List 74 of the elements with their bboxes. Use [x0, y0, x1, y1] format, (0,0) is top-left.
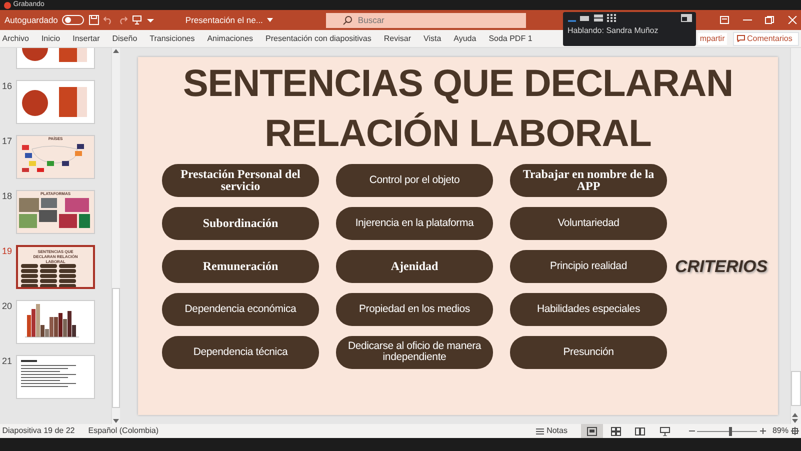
scrollbar-thumb[interactable] — [791, 371, 801, 406]
ribbon-tab[interactable]: Animaciones — [207, 32, 254, 44]
ribbon-tab[interactable]: Transiciones — [150, 32, 195, 44]
criterion-pill: Presunción — [510, 336, 667, 369]
normal-view-icon — [586, 426, 597, 436]
slide-title: SENTENCIAS QUE DECLARAN — [182, 62, 734, 108]
criterion-pill: Dependencia económica — [162, 292, 319, 326]
notes-button[interactable]: Notas — [536, 425, 568, 437]
criterion-pill: Remuneración — [162, 250, 319, 283]
criterion-pill: Propiedad en los medios — [336, 292, 493, 326]
caret-icon[interactable] — [146, 18, 154, 22]
ribbon-display-icon[interactable] — [720, 16, 729, 24]
criterion-pill: Prestación Personal del servicio — [162, 164, 319, 197]
scrollbar-thumb[interactable] — [112, 288, 120, 408]
criterion-pill: Subordinación — [162, 206, 319, 240]
comment-icon — [736, 35, 745, 42]
criterion-pill: Control por el objeto — [336, 164, 493, 197]
slide-counter: Diapositiva 19 de 22 — [2, 425, 75, 437]
criterion-pill: Dependencia técnica — [162, 336, 319, 369]
slide-sorter-icon — [611, 426, 622, 436]
ribbon-tab[interactable]: Ayuda — [454, 32, 476, 44]
criterion-pill: Injerencia en la plataforma — [336, 206, 493, 240]
search-icon — [342, 16, 352, 24]
slide-number: 19 — [0, 245, 13, 258]
caret-icon[interactable] — [267, 18, 274, 22]
undo-icon[interactable] — [103, 15, 114, 25]
comments-button[interactable]: Comentarios — [732, 32, 799, 46]
criterion-pill: Principio realidad — [510, 250, 667, 283]
ribbon-tab[interactable]: Inicio — [41, 32, 60, 44]
grid-view-icon[interactable] — [607, 14, 616, 22]
language-indicator[interactable]: Español (Colombia) — [88, 425, 159, 437]
call-status-text: Hablando: Sandra Muñoz — [568, 24, 660, 36]
slide-number: 20 — [0, 300, 13, 313]
ribbon-tab[interactable]: Archivo — [2, 32, 29, 44]
split-view-icon[interactable] — [594, 14, 602, 22]
slide-number: 16 — [0, 80, 13, 93]
zoom-percent[interactable]: 89% — [772, 425, 788, 437]
slide-number: 18 — [0, 190, 13, 203]
slide-title: RELACIÓN LABORAL — [264, 111, 652, 158]
zoom-in-icon[interactable] — [760, 428, 766, 434]
ribbon-tab[interactable]: Revisar — [384, 32, 411, 44]
search-field[interactable]: Buscar — [326, 12, 526, 28]
slideshow-icon — [660, 426, 670, 436]
share-button[interactable]: mpartir — [698, 32, 727, 44]
fit-slide-icon[interactable] — [790, 427, 799, 435]
ribbon-tab[interactable]: Soda PDF 1 — [488, 32, 532, 44]
close-icon[interactable] — [788, 16, 796, 24]
notes-icon — [536, 428, 544, 434]
pop-out-icon[interactable] — [680, 14, 692, 22]
slide-number: 21 — [0, 355, 13, 368]
side-label: CRITERIOS — [675, 256, 768, 278]
zoom-out-icon[interactable] — [689, 428, 696, 434]
restore-icon[interactable] — [765, 16, 774, 24]
recording-dot-icon — [4, 2, 11, 8]
reading-view-icon — [635, 426, 646, 436]
criterion-pill: Voluntariedad — [510, 206, 667, 240]
slide-number: 17 — [0, 135, 13, 148]
ribbon-tab[interactable]: Diseño — [112, 32, 138, 44]
single-view-icon[interactable] — [580, 14, 589, 22]
ribbon-tab[interactable]: Vista — [424, 32, 442, 44]
zoom-slider-thumb[interactable] — [728, 426, 732, 436]
autosave-label: Autoguardado — [4, 14, 58, 26]
criterion-pill: Trabajar en nombre de la APP — [510, 164, 667, 197]
presenter-icon[interactable] — [132, 15, 142, 25]
ribbon-tab[interactable]: Presentación con diapositivas — [266, 32, 372, 44]
document-title[interactable]: Presentación el ne... — [185, 14, 263, 26]
criterion-pill: Ajenidad — [336, 250, 493, 283]
autosave-toggle[interactable] — [62, 15, 84, 25]
criterion-pill: Habilidades especiales — [510, 292, 667, 326]
ribbon-tab[interactable]: Insertar — [72, 32, 100, 44]
redo-icon[interactable] — [118, 15, 128, 25]
save-icon[interactable] — [88, 15, 99, 25]
criterion-pill: Dedicarse al oficio de manera independiente — [336, 336, 493, 369]
view-button[interactable] — [580, 424, 603, 438]
